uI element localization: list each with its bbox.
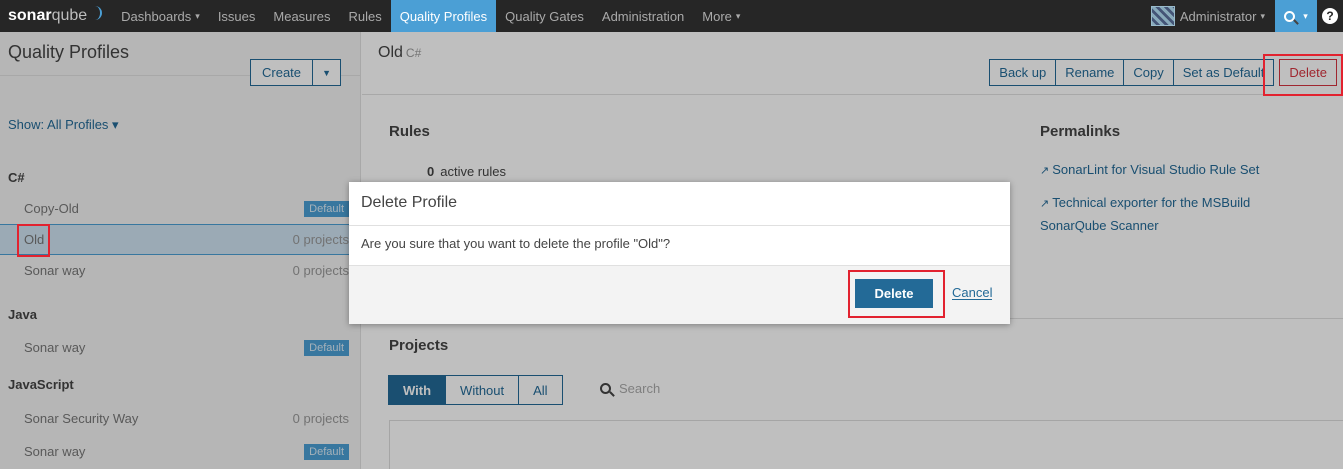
nav-measures[interactable]: Measures: [264, 0, 339, 32]
nav-issues[interactable]: Issues: [209, 0, 265, 32]
chevron-down-icon: ▾: [1303, 10, 1308, 21]
logo-text-bold: sonar: [8, 7, 52, 24]
top-navbar: sonar qube Dashboards ▾ Issues Measures Ru…: [0, 0, 1343, 32]
user-name: Administrator: [1179, 8, 1257, 24]
cancel-link[interactable]: Cancel: [952, 286, 993, 300]
help-icon: ?: [1322, 8, 1338, 24]
logo-text-light: qube: [51, 7, 88, 24]
nav-more[interactable]: More ▾: [693, 0, 749, 32]
chevron-down-icon: ▾: [195, 10, 200, 21]
nav-rules[interactable]: Rules: [339, 0, 390, 32]
avatar: [1150, 6, 1175, 26]
chevron-down-icon: ▾: [735, 10, 741, 21]
nav-right: Administrator ▾ ▾ ?: [1141, 0, 1343, 32]
modal-title: Delete Profile: [349, 182, 1010, 226]
nav-administration[interactable]: Administration: [593, 0, 693, 32]
nav-more-label: More: [702, 8, 732, 24]
modal-message: Are you sure that you want to delete the…: [349, 226, 1010, 266]
search-icon: [1284, 10, 1296, 22]
highlight-old-profile: [17, 224, 50, 257]
help-button[interactable]: ?: [1317, 0, 1343, 32]
highlight-confirm-delete: [848, 270, 945, 318]
nav-quality-gates[interactable]: Quality Gates: [496, 0, 593, 32]
highlight-delete-button: [1263, 54, 1343, 96]
logo-arc-icon: [90, 6, 103, 20]
chevron-down-icon: ▾: [1260, 10, 1265, 21]
sonarqube-logo[interactable]: sonar qube: [0, 0, 112, 32]
user-menu[interactable]: Administrator ▾: [1141, 0, 1275, 32]
global-search-button[interactable]: ▾: [1275, 0, 1317, 32]
nav-dashboards[interactable]: Dashboards ▾: [112, 0, 209, 32]
nav-dashboards-label: Dashboards: [121, 8, 192, 24]
nav-quality-profiles[interactable]: Quality Profiles: [390, 0, 497, 32]
